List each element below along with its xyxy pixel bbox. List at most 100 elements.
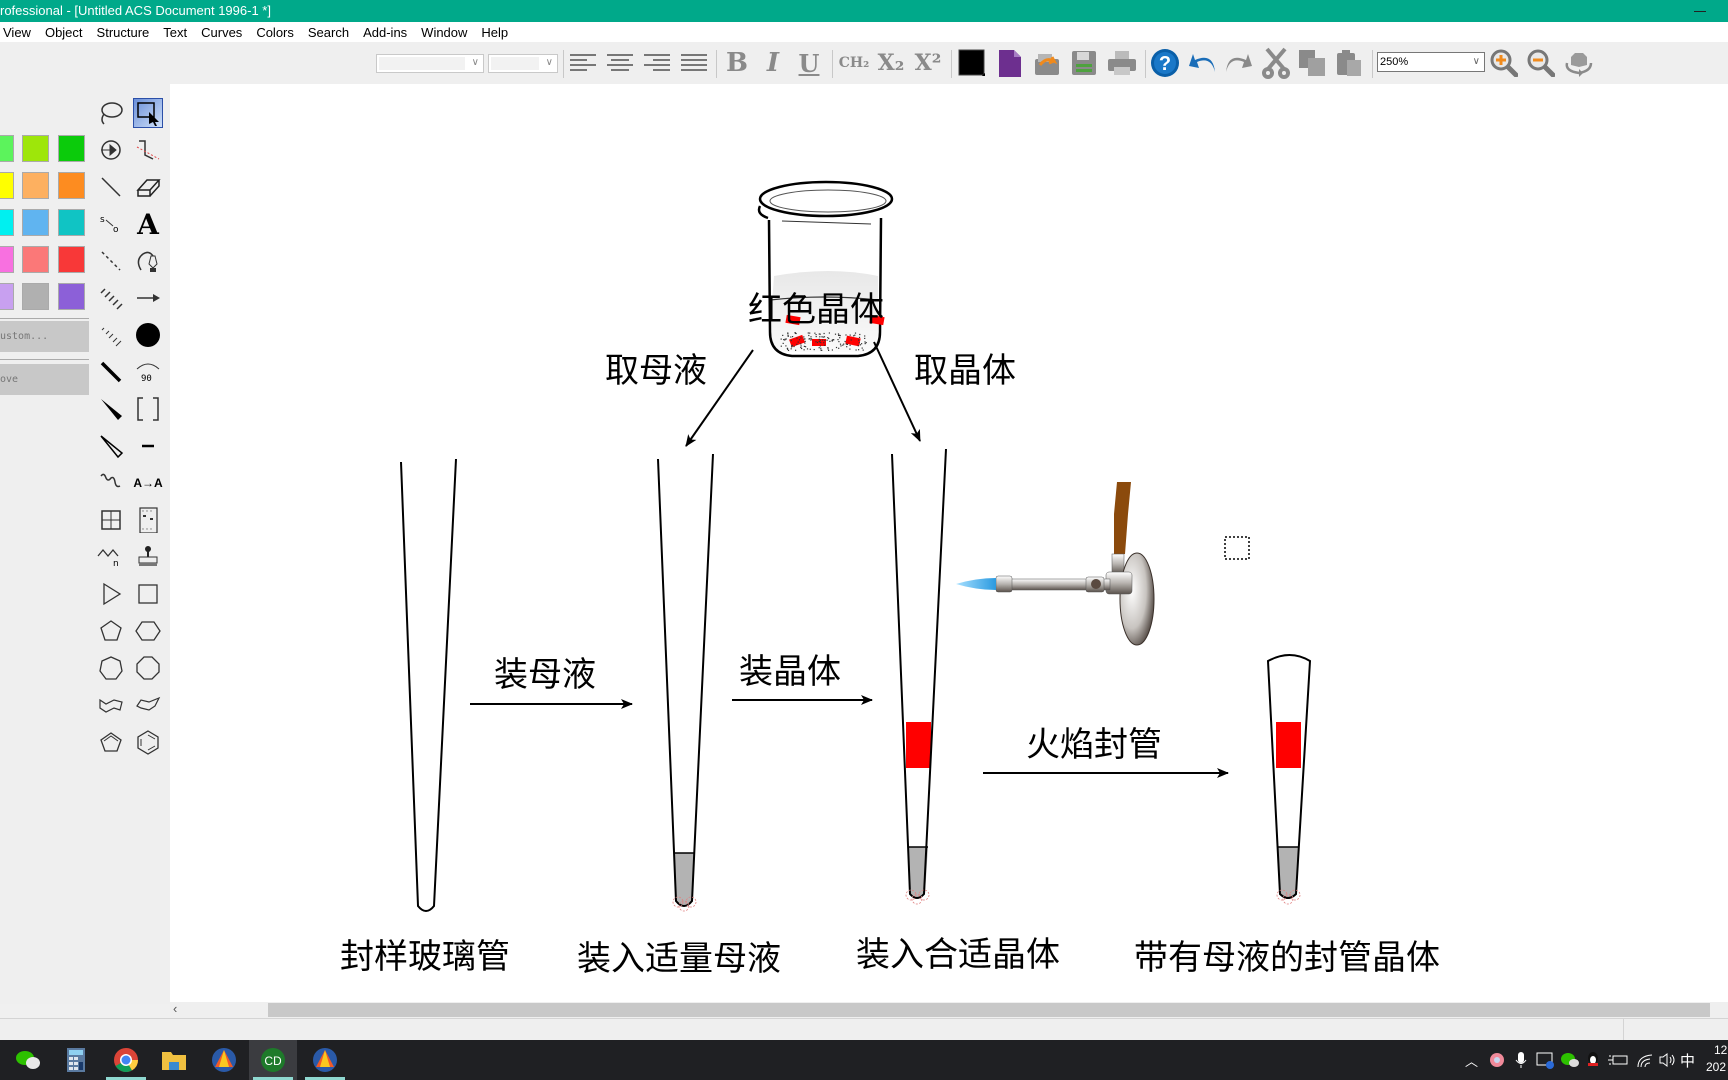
open-button[interactable]	[1030, 48, 1064, 78]
color-swatch[interactable]	[58, 209, 85, 236]
selection-marquee[interactable]	[1224, 536, 1250, 560]
tray-overflow-icon[interactable]: ︿	[1465, 1050, 1478, 1070]
tray-screen-icon[interactable]	[1536, 1050, 1554, 1070]
menu-text[interactable]: Text	[163, 25, 187, 40]
document-canvas[interactable]: 红色晶体 取母液 取晶体 装母液 装晶体 火焰封管 封样玻璃管 装入适量母液 装…	[170, 84, 1728, 1002]
find-replace-tool[interactable]: A→A	[130, 468, 166, 498]
tray-wifi-icon[interactable]	[1636, 1050, 1654, 1070]
color-button[interactable]	[955, 48, 989, 78]
superscript-button[interactable]: X²	[910, 48, 946, 78]
new-document-button[interactable]	[993, 48, 1027, 78]
subscript-button[interactable]: X₂	[874, 48, 908, 78]
color-swatch[interactable]	[58, 172, 85, 199]
hexagon-ring-tool[interactable]	[133, 616, 163, 646]
taskbar-app-1[interactable]	[200, 1040, 248, 1080]
table-tool[interactable]	[96, 505, 126, 535]
italic-button[interactable]: I	[756, 48, 790, 78]
hollow-wedge-tool[interactable]	[96, 431, 126, 461]
tray-flower-icon[interactable]	[1488, 1050, 1506, 1070]
taskbar-chemdraw[interactable]: CD	[249, 1040, 297, 1080]
marquee-select-tool[interactable]	[133, 98, 163, 128]
menu-structure[interactable]: Structure	[97, 25, 150, 40]
minimize-button[interactable]	[1694, 0, 1708, 22]
color-swatch[interactable]	[22, 135, 49, 162]
scroll-left-icon[interactable]: ‹	[173, 1001, 177, 1016]
print-button[interactable]	[1104, 48, 1140, 78]
tray-clock[interactable]: 12 202	[1706, 1042, 1727, 1076]
bold-button[interactable]: B	[720, 48, 754, 78]
color-swatch[interactable]	[22, 209, 49, 236]
color-swatch[interactable]	[22, 246, 49, 273]
color-swatch[interactable]	[22, 172, 49, 199]
tray-qq-icon[interactable]	[1585, 1050, 1601, 1070]
single-bond-tool[interactable]	[96, 172, 126, 202]
tray-ime-indicator[interactable]: 中	[1680, 1050, 1695, 1070]
horizontal-scrollbar[interactable]: ‹	[170, 1001, 1728, 1018]
menu-window[interactable]: Window	[421, 25, 467, 40]
mechanism-arrow-tool[interactable]: so	[96, 209, 126, 239]
align-left-button[interactable]	[566, 48, 600, 78]
cyclohexane-chair2-tool[interactable]	[133, 690, 163, 720]
dashed-bond-tool[interactable]	[96, 246, 126, 276]
octagon-ring-tool[interactable]	[133, 653, 163, 683]
pen-tool[interactable]	[133, 246, 163, 276]
tray-wechat-icon[interactable]	[1560, 1050, 1580, 1070]
color-swatch[interactable]	[58, 246, 85, 273]
rotate-3d-button[interactable]	[1562, 48, 1596, 78]
tray-microphone-icon[interactable]	[1514, 1050, 1528, 1070]
color-swatch[interactable]	[0, 246, 14, 273]
hashed-wedge-tool[interactable]	[96, 320, 126, 350]
wedge-bond-tool[interactable]	[96, 394, 126, 424]
cyclohexane-chair-tool[interactable]	[96, 690, 126, 720]
custom-color-button[interactable]: ustom...	[0, 321, 89, 352]
lasso-tool[interactable]	[96, 98, 126, 128]
bold-bond-tool[interactable]	[96, 357, 126, 387]
heptagon-ring-tool[interactable]	[96, 653, 126, 683]
underline-button[interactable]: U	[792, 48, 826, 78]
color-swatch[interactable]	[0, 283, 14, 310]
size-combo[interactable]: ∨	[488, 54, 558, 73]
paste-button[interactable]	[1332, 48, 1366, 78]
color-swatch[interactable]	[0, 172, 14, 199]
template-stamp-tool[interactable]	[133, 542, 163, 572]
triangle-ring-tool[interactable]	[96, 579, 126, 609]
formula-button[interactable]: CH₂	[836, 48, 872, 78]
arrow-tool[interactable]	[133, 283, 163, 313]
menu-curves[interactable]: Curves	[201, 25, 242, 40]
menu-view[interactable]: View	[3, 25, 31, 40]
charge-tool[interactable]	[133, 431, 163, 461]
taskbar-calculator[interactable]	[52, 1040, 100, 1080]
justify-button[interactable]	[677, 48, 711, 78]
redo-button[interactable]	[1222, 48, 1256, 78]
orbital-tool[interactable]	[133, 320, 163, 350]
bond-chain-tool[interactable]	[133, 135, 163, 165]
undo-button[interactable]	[1185, 48, 1219, 78]
bracket-tool[interactable]	[133, 394, 163, 424]
benzene-tool[interactable]	[133, 727, 163, 757]
help-button[interactable]: ?	[1148, 48, 1182, 78]
menu-help[interactable]: Help	[481, 25, 508, 40]
cut-button[interactable]	[1259, 47, 1293, 79]
angle-tool[interactable]: 90	[133, 357, 163, 387]
eraser-tool[interactable]	[133, 172, 163, 202]
color-swatch[interactable]	[22, 283, 49, 310]
taskbar-wechat[interactable]	[4, 1040, 52, 1080]
hashed-bond-tool[interactable]	[96, 283, 126, 313]
tray-volume-icon[interactable]	[1658, 1050, 1678, 1070]
zoom-level-combo[interactable]: 250% ∨	[1377, 52, 1485, 72]
remove-color-button[interactable]: ove	[0, 364, 89, 395]
cyclopentadiene-tool[interactable]	[96, 727, 126, 757]
copy-button[interactable]	[1295, 48, 1329, 78]
tlc-plate-tool[interactable]	[133, 505, 163, 535]
save-button[interactable]	[1067, 48, 1101, 78]
taskbar-app-2[interactable]	[301, 1040, 349, 1080]
taskbar-file-explorer[interactable]	[150, 1040, 198, 1080]
scrollbar-thumb[interactable]	[268, 1003, 1710, 1017]
color-swatch[interactable]	[58, 283, 85, 310]
structure-perspective-tool[interactable]	[96, 135, 126, 165]
menu-add-ins[interactable]: Add-ins	[363, 25, 407, 40]
zoom-in-button[interactable]	[1489, 48, 1519, 78]
font-combo[interactable]: ∨	[376, 54, 484, 73]
color-swatch[interactable]	[58, 135, 85, 162]
color-swatch[interactable]	[0, 135, 14, 162]
